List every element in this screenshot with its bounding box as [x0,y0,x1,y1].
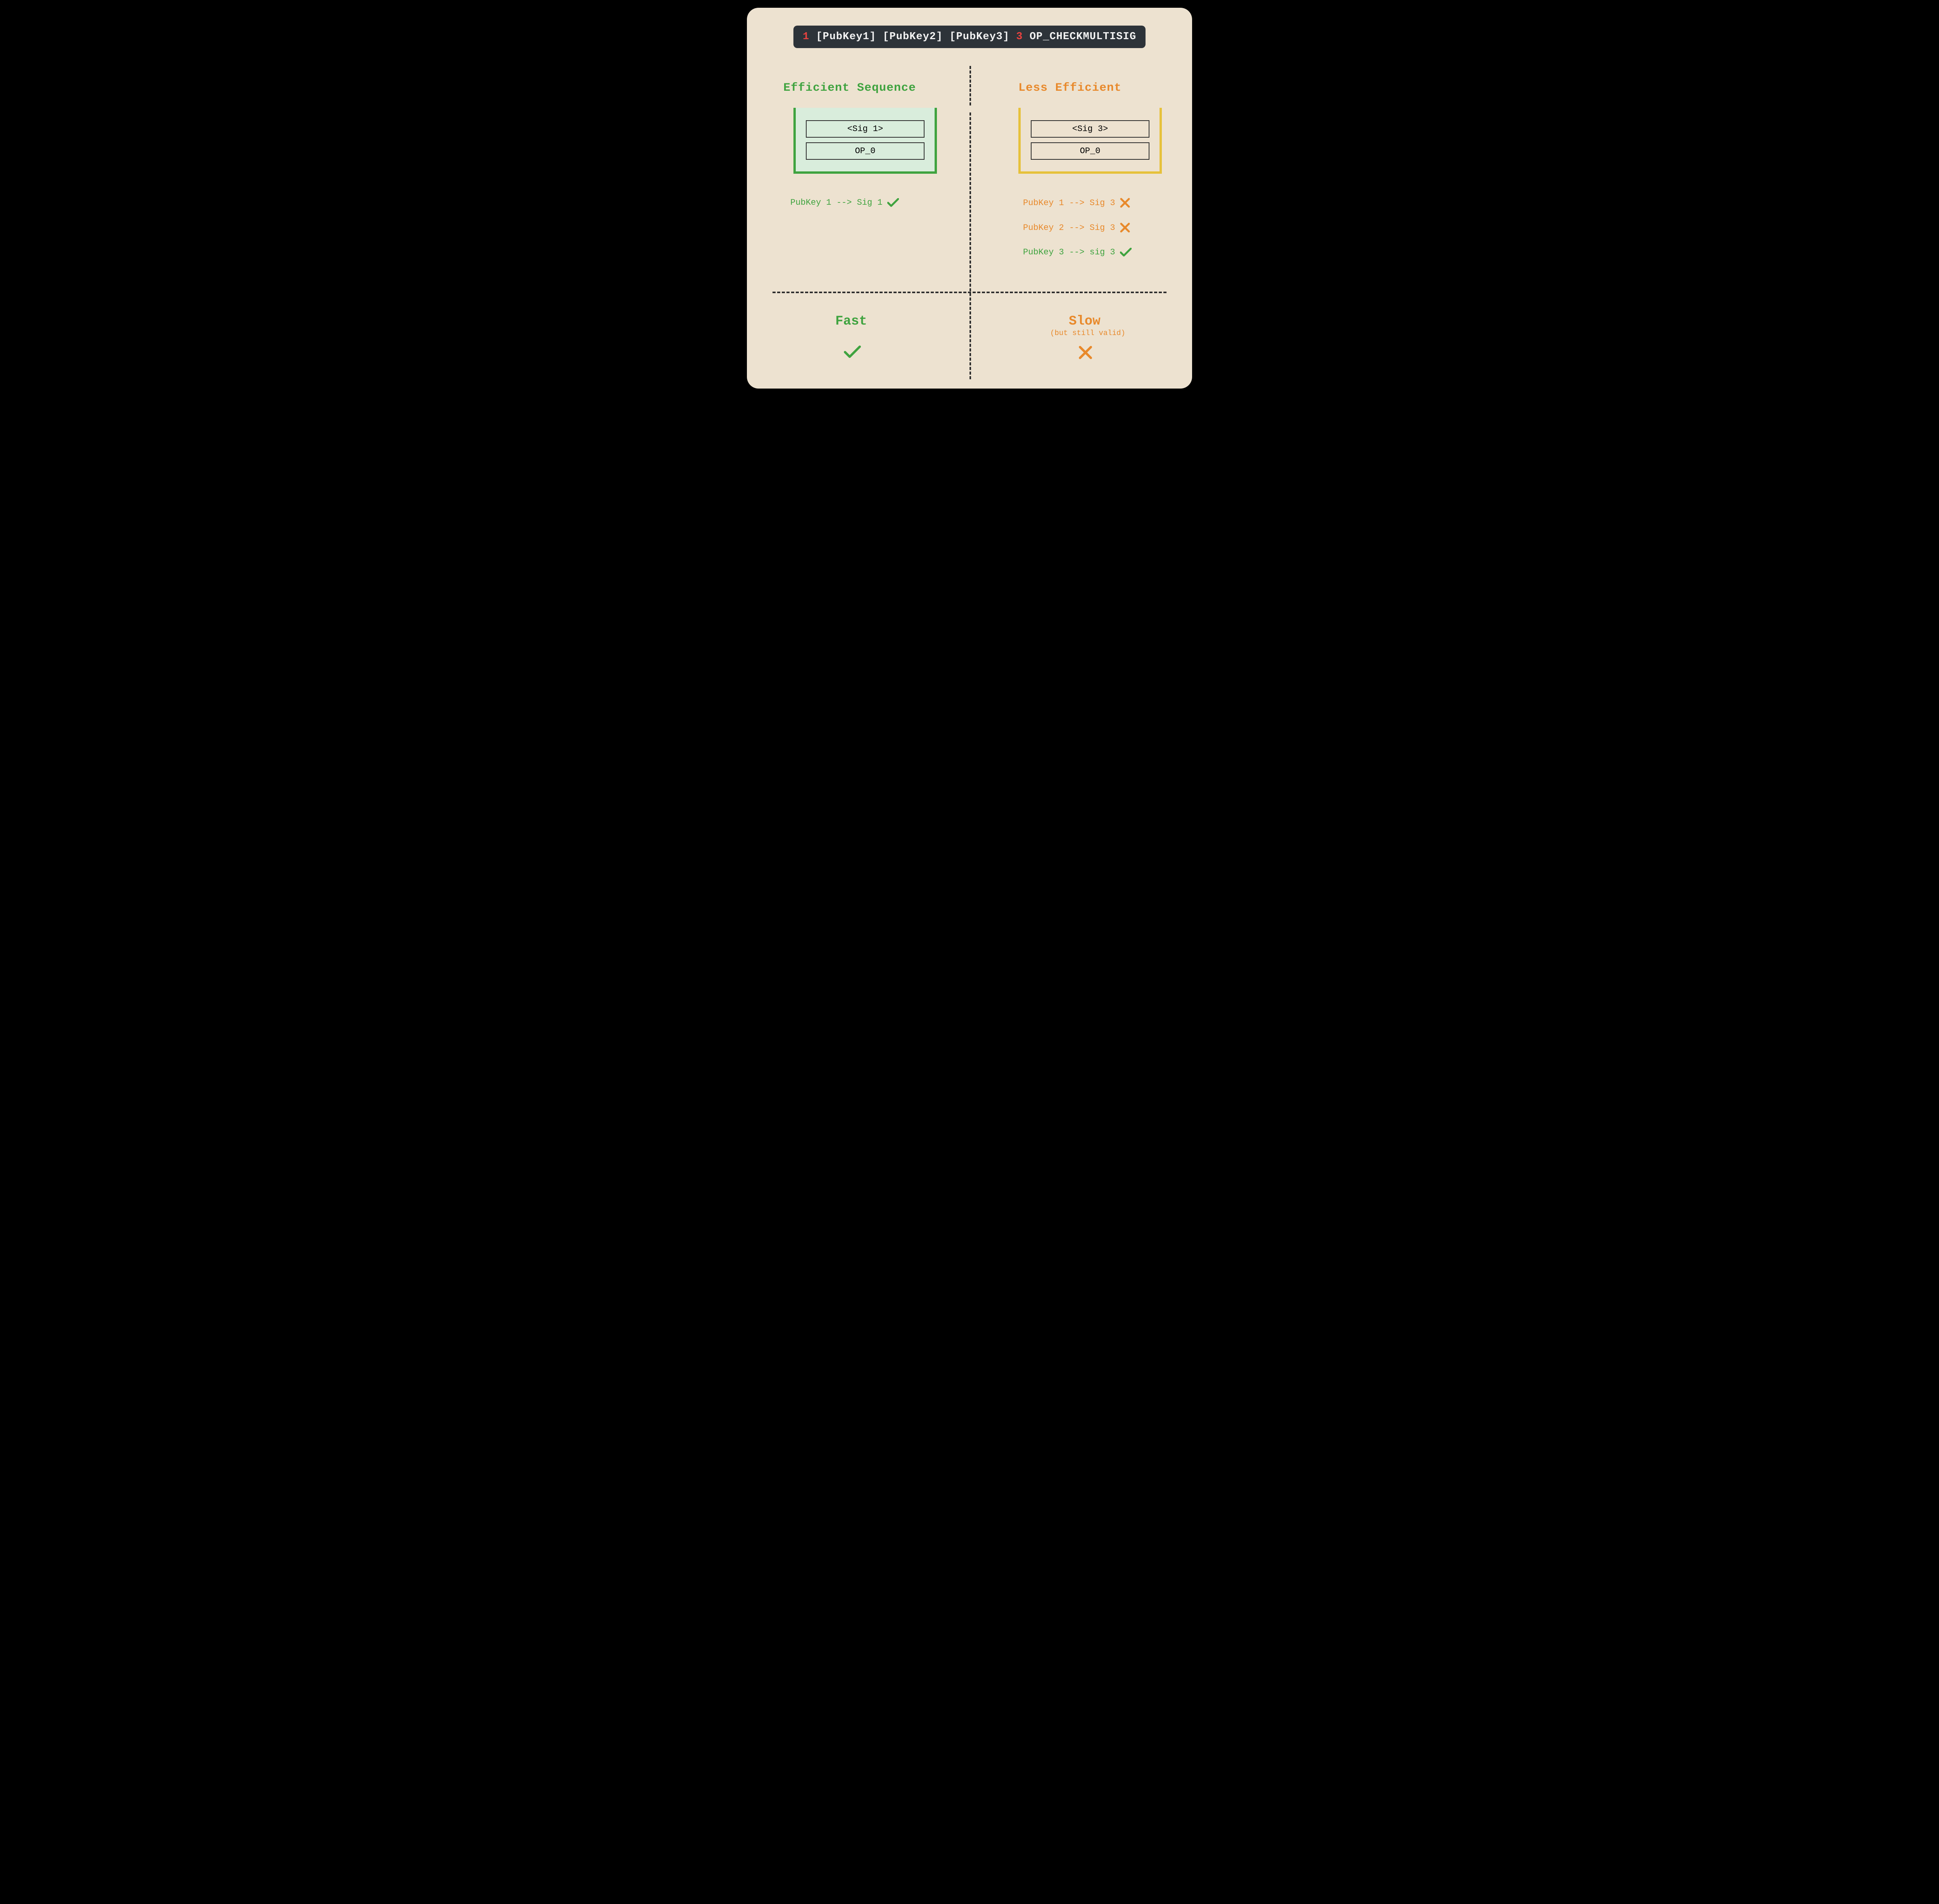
diagram-canvas: 1 [PubKey1] [PubKey2] [PubKey3] 3 OP_CHE… [747,8,1192,389]
pubkey-2: [PubKey2] [883,31,943,43]
check-text: PubKey 2 --> Sig 3 [1023,223,1115,233]
result-fast: Fast [835,314,867,329]
divider-horizontal [772,292,1167,293]
cross-icon [1120,223,1130,233]
check-icon [844,345,861,359]
pubkey-1: [PubKey1] [816,31,876,43]
divider-vertical [970,112,971,379]
check-icon [887,198,899,207]
stack-item-sig: <Sig 3> [1031,120,1149,138]
check-line: PubKey 1 --> Sig 3 [1023,198,1130,208]
stack-less-efficient: <Sig 3> OP_0 [1018,108,1162,174]
cross-icon [1120,198,1130,208]
title-less-efficient: Less Efficient [1018,81,1122,95]
check-text: PubKey 1 --> Sig 1 [790,198,883,207]
script-bar: 1 [PubKey1] [PubKey2] [PubKey3] 3 OP_CHE… [793,26,1146,48]
title-efficient: Efficient Sequence [783,81,916,95]
num-total: 3 [1016,31,1023,43]
stack-item-op0: OP_0 [1031,142,1149,160]
stack-efficient: <Sig 1> OP_0 [793,108,937,174]
check-line: PubKey 2 --> Sig 3 [1023,223,1130,233]
stack-item-op0: OP_0 [806,142,925,160]
check-line: PubKey 1 --> Sig 1 [790,198,899,207]
check-line: PubKey 3 --> sig 3 [1023,247,1132,257]
num-required: 1 [803,31,809,43]
stack-item-sig: <Sig 1> [806,120,925,138]
check-icon [1120,248,1132,257]
opcode: OP_CHECKMULTISIG [1030,31,1136,43]
result-subnote: (but still valid) [1050,329,1125,337]
result-slow: Slow [1069,314,1101,329]
check-text: PubKey 1 --> Sig 3 [1023,198,1115,208]
check-text: PubKey 3 --> sig 3 [1023,247,1115,257]
cross-icon [1078,345,1093,360]
pubkey-3: [PubKey3] [949,31,1009,43]
divider-vertical [970,66,971,105]
